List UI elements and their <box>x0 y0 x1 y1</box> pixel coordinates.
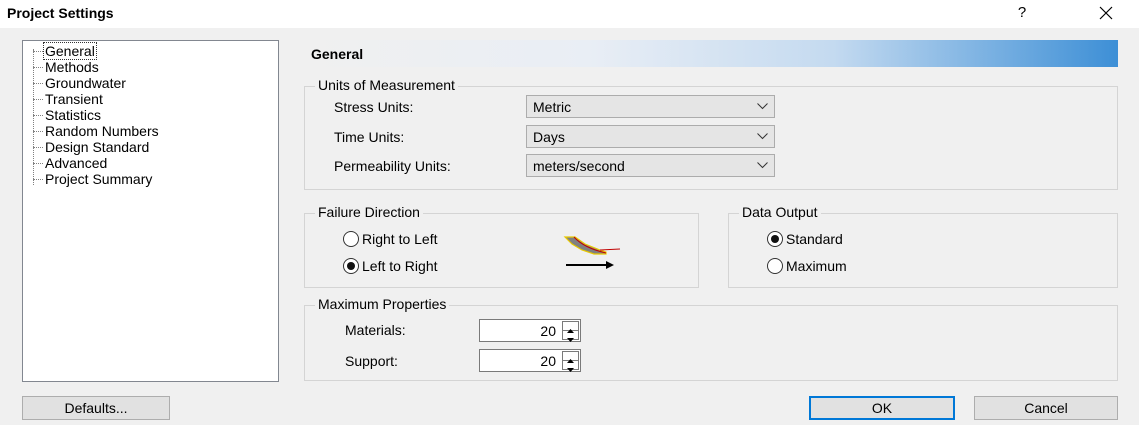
data-output-legend: Data Output <box>739 204 821 220</box>
tree-item-label: Advanced <box>45 155 108 171</box>
tree-item-label: Groundwater <box>45 75 126 91</box>
settings-tree[interactable]: General Methods Groundwater Transient St… <box>22 40 279 382</box>
tree-item-design-standard[interactable]: Design Standard <box>31 139 149 155</box>
permeability-units-select[interactable]: meters/second <box>526 154 775 177</box>
title-bar: Project Settings ? <box>0 0 1139 28</box>
radio-circle <box>343 258 359 274</box>
maximum-properties-group: Maximum Properties Materials: 20 Support… <box>304 296 1118 381</box>
stress-units-value: Metric <box>533 99 572 115</box>
support-spinner[interactable]: 20 <box>479 349 581 372</box>
time-units-select[interactable]: Days <box>526 125 775 148</box>
spin-down-button[interactable] <box>563 361 578 372</box>
radio-circle <box>767 231 783 247</box>
close-button[interactable] <box>1093 2 1119 24</box>
right-to-left-radio[interactable]: Right to Left <box>343 230 483 250</box>
radio-selected-dot <box>771 235 779 243</box>
tree-item-advanced[interactable]: Advanced <box>31 155 107 171</box>
materials-value: 20 <box>540 323 556 339</box>
tree-item-statistics[interactable]: Statistics <box>31 107 101 123</box>
chevron-down-icon <box>757 103 768 110</box>
tree-item-label: General <box>43 42 97 60</box>
time-units-value: Days <box>533 129 565 145</box>
permeability-units-label: Permeability Units: <box>334 158 451 174</box>
support-label: Support: <box>345 353 398 369</box>
maximum-properties-legend: Maximum Properties <box>315 296 450 312</box>
tree-item-label: Transient <box>45 91 103 107</box>
stress-units-select[interactable]: Metric <box>526 95 775 118</box>
spinner-buttons <box>562 321 579 342</box>
spin-up-button[interactable] <box>563 322 578 333</box>
cancel-button[interactable]: Cancel <box>974 396 1118 420</box>
standard-label: Standard <box>786 231 843 247</box>
tree-item-groundwater[interactable]: Groundwater <box>31 75 126 91</box>
ok-button[interactable]: OK <box>809 396 955 420</box>
failure-direction-group: Failure Direction Right to Left Left to … <box>304 204 699 288</box>
slope-failure-direction-icon <box>563 236 621 269</box>
radio-circle <box>343 231 359 247</box>
tree-item-general[interactable]: General <box>31 42 97 60</box>
standard-radio[interactable]: Standard <box>767 230 887 250</box>
tree-item-label: Methods <box>45 59 99 75</box>
tree-item-label: Project Summary <box>45 171 153 187</box>
tree-item-label: Random Numbers <box>45 123 159 139</box>
maximum-radio[interactable]: Maximum <box>767 257 887 277</box>
stress-units-label: Stress Units: <box>334 99 414 115</box>
units-group: Units of Measurement Stress Units: Metri… <box>304 77 1118 190</box>
spinner-buttons <box>562 351 579 372</box>
time-units-label: Time Units: <box>334 129 405 145</box>
materials-spinner[interactable]: 20 <box>479 319 581 342</box>
tree-item-transient[interactable]: Transient <box>31 91 103 107</box>
arrow-down-icon <box>567 368 574 372</box>
radio-circle <box>767 258 783 274</box>
materials-label: Materials: <box>345 322 406 338</box>
panel-title: General <box>311 46 364 62</box>
failure-direction-legend: Failure Direction <box>315 204 423 220</box>
left-to-right-label: Left to Right <box>362 258 438 274</box>
arrow-down-icon <box>567 338 574 342</box>
panel-header: General <box>304 40 1118 67</box>
spin-up-button[interactable] <box>563 352 578 363</box>
window-title: Project Settings <box>7 5 114 21</box>
chevron-down-icon <box>757 162 768 169</box>
units-legend: Units of Measurement <box>315 77 458 93</box>
tree-item-label: Design Standard <box>45 139 150 155</box>
support-value: 20 <box>540 353 556 369</box>
radio-selected-dot <box>347 262 355 270</box>
tree-item-project-summary[interactable]: Project Summary <box>31 171 152 187</box>
close-icon <box>1099 6 1113 20</box>
left-to-right-radio[interactable]: Left to Right <box>343 257 483 277</box>
permeability-units-value: meters/second <box>533 158 625 174</box>
tree-item-random-numbers[interactable]: Random Numbers <box>31 123 159 139</box>
help-button[interactable]: ? <box>1010 2 1034 24</box>
chevron-down-icon <box>757 133 768 140</box>
maximum-label: Maximum <box>786 258 847 274</box>
right-to-left-label: Right to Left <box>362 231 438 247</box>
spin-down-button[interactable] <box>563 331 578 342</box>
data-output-group: Data Output Standard Maximum <box>728 204 1118 288</box>
defaults-button[interactable]: Defaults... <box>22 396 170 420</box>
tree-item-methods[interactable]: Methods <box>31 59 99 75</box>
tree-item-label: Statistics <box>45 107 102 123</box>
